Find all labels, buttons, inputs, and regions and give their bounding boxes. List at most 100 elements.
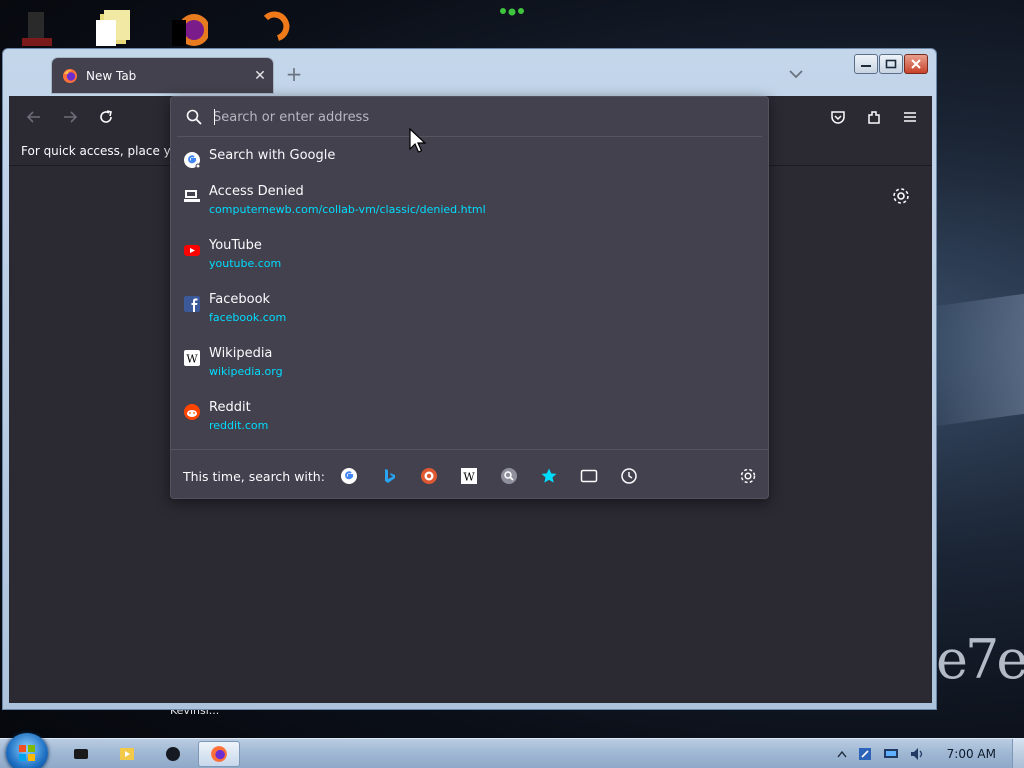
engine-wikipedia-button[interactable]: W (459, 466, 479, 486)
window-caption-buttons (854, 54, 928, 74)
taskbar-firefox[interactable] (198, 741, 240, 767)
terminal-app-icon (74, 749, 88, 759)
computer-icon (184, 190, 200, 202)
system-tray: 7:00 AM (837, 739, 1014, 768)
history-icon (621, 468, 637, 484)
firefox-icon (63, 68, 77, 83)
result-url: facebook.com (209, 311, 287, 324)
urlbar-dropdown: Search with Google Access Denied compute… (170, 96, 769, 499)
urlbar-results: Search with Google Access Denied compute… (177, 143, 762, 449)
bing-icon (385, 469, 395, 483)
result-title: Reddit (209, 400, 251, 415)
tab-new-tab[interactable]: New Tab ✕ (52, 58, 273, 93)
reddit-icon (184, 404, 200, 420)
customize-gear-icon[interactable] (890, 185, 912, 207)
result-title: Search with Google (209, 148, 336, 163)
tabs-icon (580, 469, 598, 483)
result-search-with-google[interactable]: Search with Google (177, 143, 762, 179)
search-icon (186, 109, 202, 125)
address-input[interactable] (213, 106, 753, 128)
media-player-icon (120, 748, 134, 760)
start-button[interactable] (6, 733, 48, 768)
app-menu-button[interactable] (897, 104, 923, 130)
show-hidden-icons-chevron-icon[interactable] (837, 750, 847, 758)
tab-close-icon[interactable]: ✕ (247, 63, 273, 89)
taskbar: 7:00 AM (0, 733, 1024, 768)
desktop-icon-1[interactable] (18, 4, 54, 46)
urlbar-input-row (177, 97, 762, 137)
wikipedia-icon: W (184, 350, 200, 366)
pocket-icon (831, 111, 845, 124)
result-wikipedia[interactable]: W Wikipedia wikipedia.org (177, 341, 762, 395)
close-button[interactable] (904, 54, 928, 74)
facebook-icon (184, 296, 200, 312)
result-url: reddit.com (209, 419, 269, 432)
search-settings-gear-icon[interactable] (738, 466, 758, 486)
result-url: computernewb.com/collab-vm/classic/denie… (209, 203, 486, 216)
google-icon (341, 468, 357, 484)
back-button[interactable] (21, 104, 47, 130)
new-tab-button[interactable]: + (283, 62, 305, 86)
duckduckgo-icon (421, 468, 437, 484)
app-circle-icon (166, 747, 180, 761)
wikipedia-icon: W (461, 468, 477, 484)
show-desktop-button[interactable] (1012, 739, 1024, 768)
result-url: youtube.com (209, 257, 282, 270)
result-title: Access Denied (209, 184, 304, 199)
bookmarks-search-button[interactable] (539, 466, 559, 486)
maximize-icon (885, 59, 897, 69)
engine-search-button[interactable] (499, 466, 519, 486)
desktop-icon-3[interactable] (172, 4, 208, 46)
minimize-button[interactable] (854, 54, 878, 74)
history-search-button[interactable] (619, 466, 639, 486)
list-tabs-button[interactable] (785, 63, 807, 85)
close-icon (911, 59, 921, 69)
result-url: wikipedia.org (209, 365, 283, 378)
engine-bing-button[interactable] (379, 466, 399, 486)
result-access-denied[interactable]: Access Denied computernewb.com/collab-vm… (177, 179, 762, 233)
result-title: YouTube (209, 238, 262, 253)
text-caret (214, 109, 215, 125)
taskbar-app-1[interactable] (60, 741, 102, 767)
engine-duckduckgo-button[interactable] (419, 466, 439, 486)
svg-text:W: W (186, 353, 198, 366)
forward-button[interactable] (57, 104, 83, 130)
reload-button[interactable] (93, 104, 119, 130)
pocket-button[interactable] (825, 104, 851, 130)
svg-text:W: W (463, 471, 475, 484)
reload-icon (100, 110, 112, 123)
desktop-icon-2[interactable] (96, 4, 132, 46)
forward-arrow-icon (64, 111, 78, 123)
extensions-button[interactable] (861, 104, 887, 130)
engine-google-button[interactable] (339, 466, 359, 486)
result-youtube[interactable]: YouTube youtube.com (177, 233, 762, 287)
windows-logo-icon (19, 745, 35, 761)
minimize-icon (861, 65, 871, 67)
hamburger-menu-icon (904, 112, 916, 122)
youtube-icon (184, 245, 200, 256)
taskbar-app-2[interactable] (106, 741, 148, 767)
search-icon (501, 468, 517, 484)
firefox-icon (211, 746, 227, 762)
result-title: Facebook (209, 292, 271, 307)
volume-icon[interactable] (909, 746, 925, 762)
desktop-icon-4[interactable] (256, 4, 292, 46)
tab-title: New Tab (86, 68, 137, 83)
result-reddit[interactable]: Reddit reddit.com (177, 395, 762, 449)
network-icon[interactable] (883, 746, 899, 762)
green-indicator-icon (500, 8, 524, 16)
google-icon (184, 152, 201, 169)
tabs-search-button[interactable] (579, 466, 599, 486)
mouse-cursor-icon (409, 128, 427, 153)
back-arrow-icon (26, 111, 40, 123)
search-with-label: This time, search with: (183, 469, 325, 484)
taskbar-app-3[interactable] (152, 741, 194, 767)
wallpaper-band (936, 293, 1024, 427)
one-off-search-bar: This time, search with: W (171, 449, 768, 499)
chevron-down-icon (789, 70, 803, 79)
result-facebook[interactable]: Facebook facebook.com (177, 287, 762, 341)
maximize-button[interactable] (879, 54, 903, 74)
taskbar-clock[interactable]: 7:00 AM (947, 747, 996, 761)
puzzle-icon (868, 111, 880, 124)
action-center-flag-icon[interactable] (857, 746, 873, 762)
